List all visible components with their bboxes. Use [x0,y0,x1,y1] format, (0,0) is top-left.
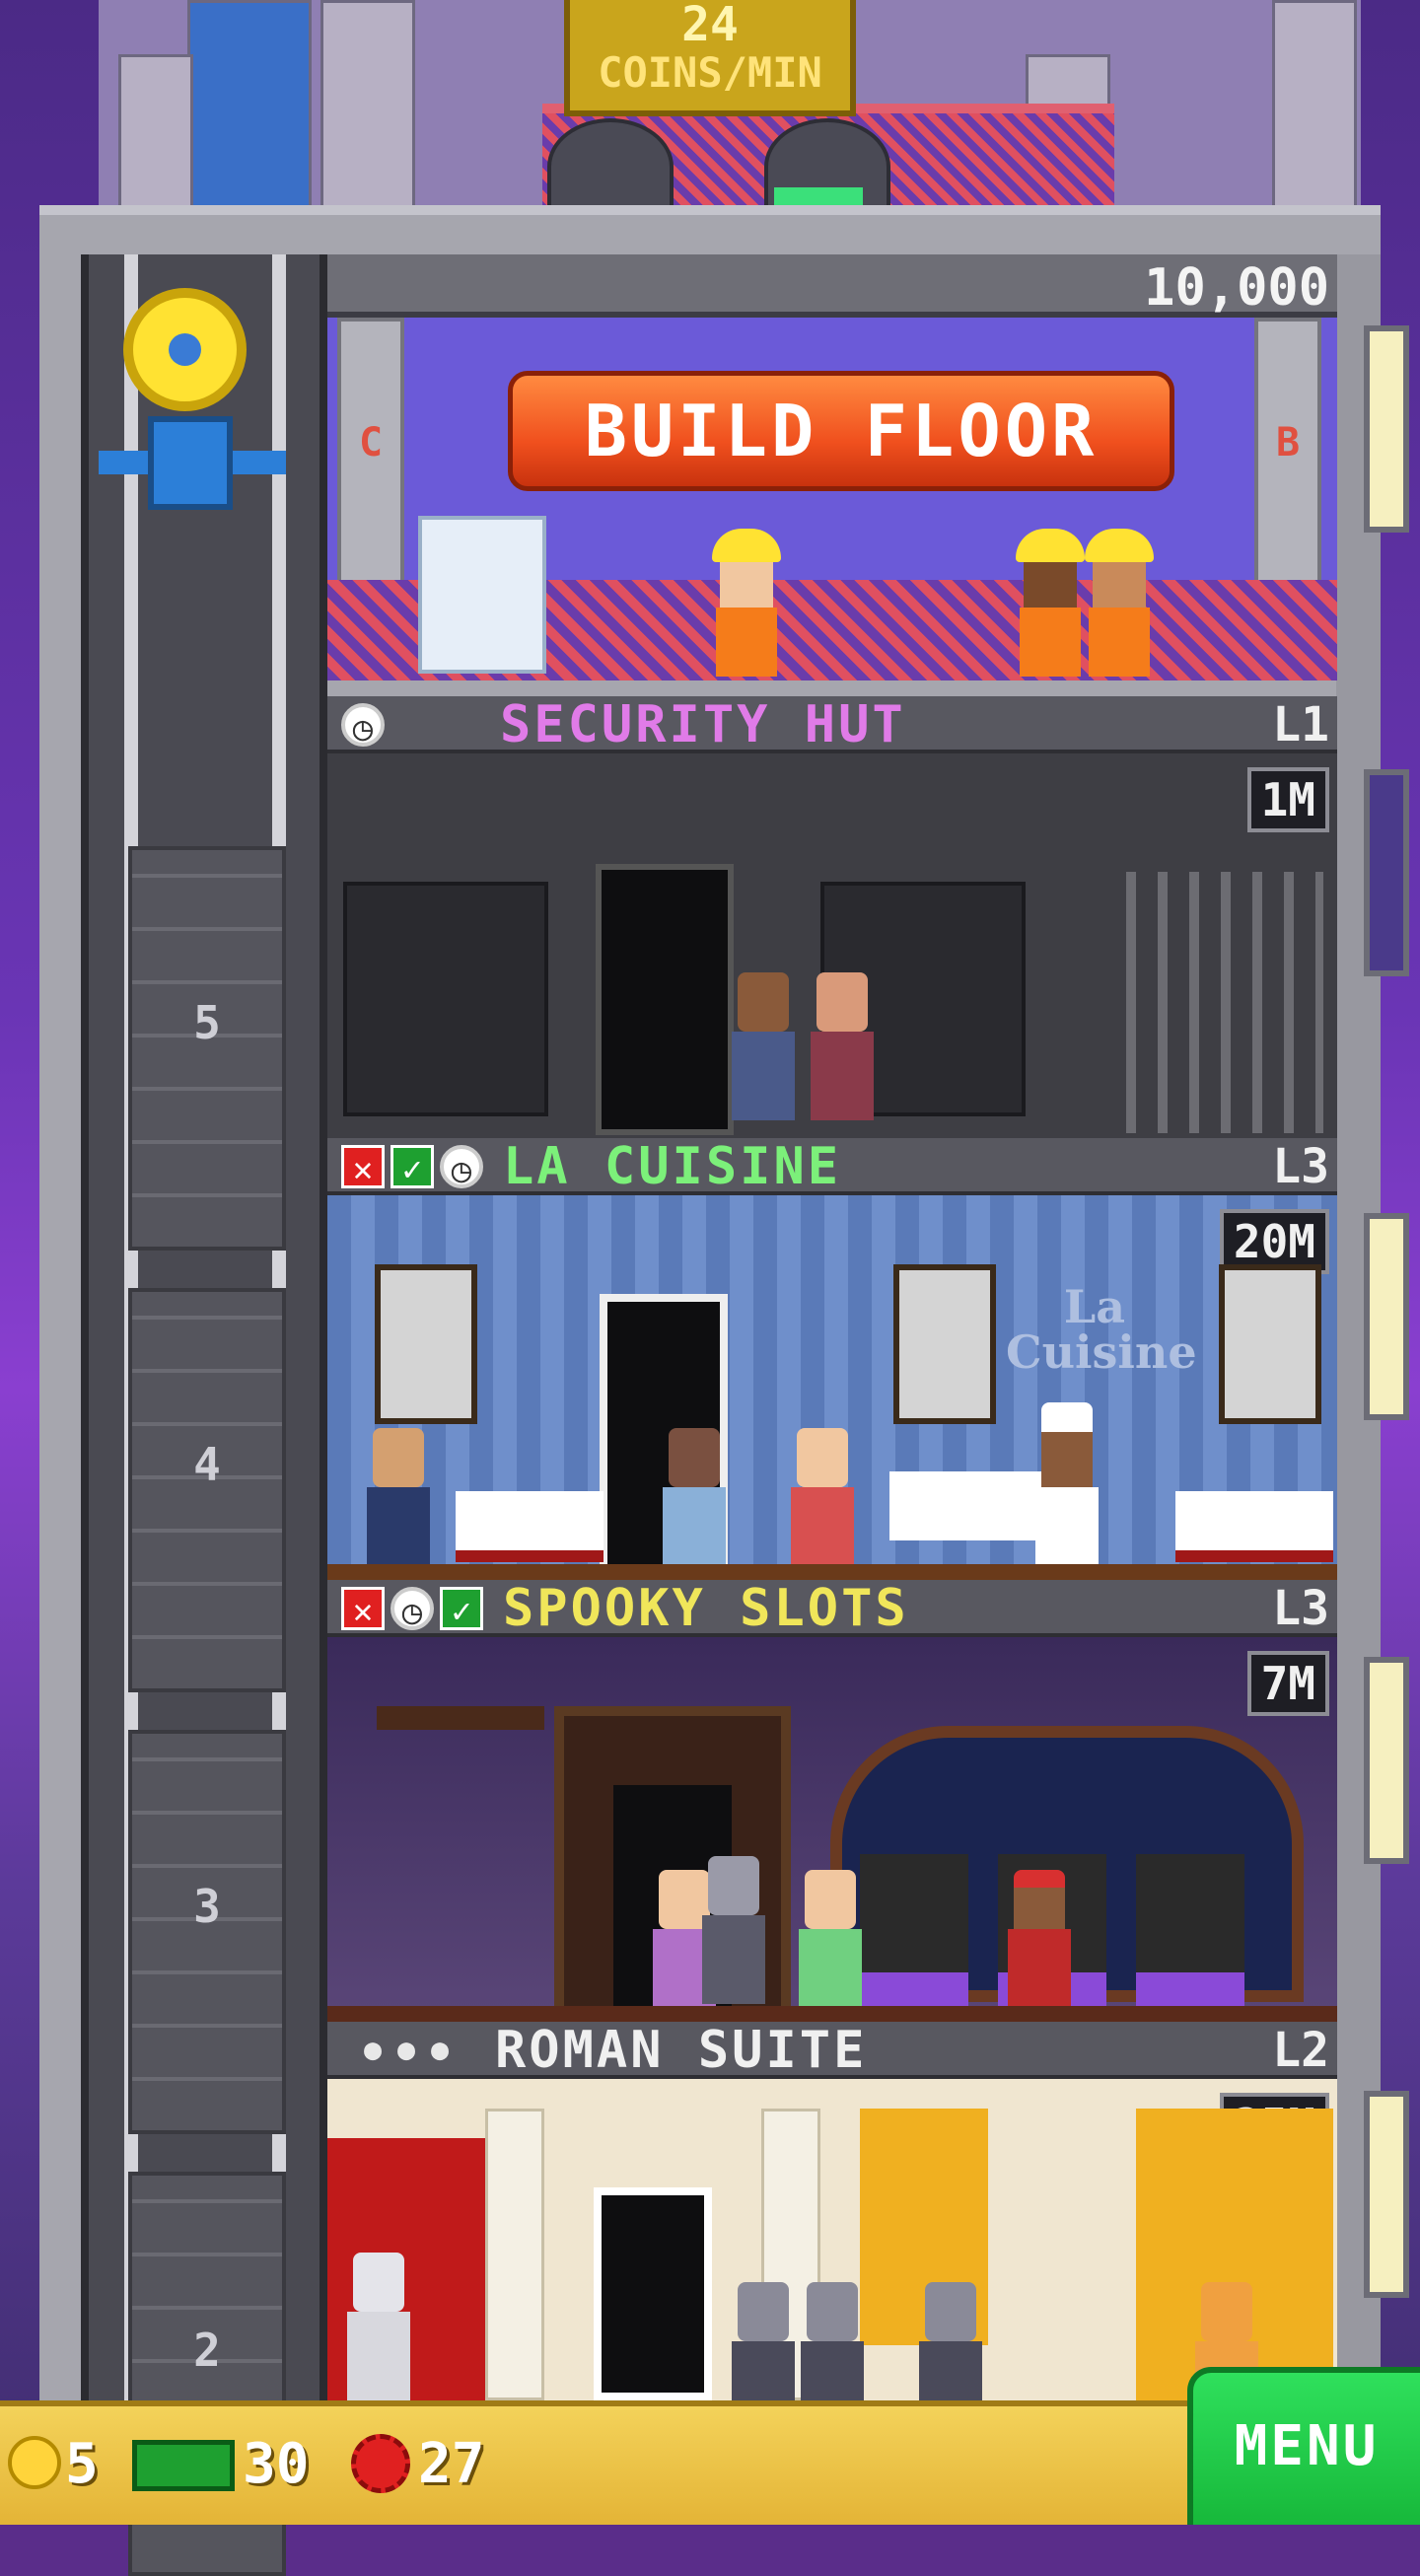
tower-window [1364,1213,1409,1420]
slot-machine [1136,1854,1244,2012]
tower-window [1364,1657,1409,1864]
floor-level: L3 [1272,1581,1329,1636]
construction-worker [712,529,781,677]
guest-character [811,972,874,1120]
mustache-guest-character [367,1428,430,1576]
floor-room: 25M [327,2079,1337,2430]
coins-count: 5 [65,2432,99,2496]
jail-cell [1126,872,1323,1133]
floor-header: ● ● ● ROMAN SUITE L2 [327,2022,1337,2079]
elevator-cab [148,416,233,510]
gems-count: 27 [418,2432,485,2496]
elevator-wheel-icon [123,288,247,411]
wall-painting [893,1264,996,1424]
floor-name: LA CUISINE [503,1137,842,1196]
coins-per-min-sign: 24 COINS/MIN [564,0,856,116]
construction-worker [1085,529,1154,677]
guest-character [799,1870,862,2018]
zombie-character [702,1856,765,2004]
menu-button[interactable]: MENU [1187,2367,1420,2525]
roof-vent [547,118,674,215]
chandelier [377,1706,544,1730]
tower-window [1364,769,1409,976]
guest-character [663,1428,726,1576]
floor-room: 1M [327,753,1337,1138]
pillar-letter-c: C [358,420,384,465]
floor-security-hut[interactable]: ◷ SECURITY HUT L1 1M [327,696,1337,1138]
guard-character [732,972,795,1120]
la-cuisine-sign: La Cuisine [1006,1280,1197,1379]
floor-value-badge: 7M [1246,1651,1329,1716]
roof-building [118,54,193,208]
floor-room: 7M [327,1637,1337,2022]
check-icon[interactable]: ✓ [440,1587,483,1631]
roof-building [187,0,312,208]
shaft-level-number: 5 [193,996,221,1049]
dining-table [456,1491,604,1562]
roof-building [1272,0,1357,208]
roof-building [320,0,415,208]
build-floor-button[interactable]: BUILD FLOOR [508,371,1174,491]
slot-machine [860,1854,968,2012]
floor-roman-suite[interactable]: ● ● ● ROMAN SUITE L2 25M [327,2022,1337,2430]
shaft-level-number: 4 [193,1438,221,1491]
chef-character [1035,1402,1099,1576]
roman-column [485,2109,544,2400]
wall-painting [1219,1264,1321,1424]
close-icon[interactable]: ✕ [341,1587,385,1631]
elevator-car[interactable] [99,288,286,564]
elevator-shaft[interactable]: 5 4 3 2 [81,254,327,2576]
dining-table [1175,1491,1333,1562]
check-icon[interactable]: ✓ [390,1145,434,1189]
security-monitor [343,882,548,1116]
statue-character [347,2253,410,2400]
floor-header: ◷ SECURITY HUT L1 [327,696,1337,753]
floor-boards [327,1564,1337,1580]
bux-count: 30 [243,2432,310,2496]
build-floor-header: 10,000 [327,254,1337,318]
shaft-level-number: 3 [193,1880,221,1933]
clock-icon: ◷ [440,1145,483,1190]
dining-table [889,1471,1057,1540]
tower-window [1364,325,1409,533]
wall-painting [375,1264,477,1424]
construction-worker [1016,529,1085,677]
floor-name: ROMAN SUITE [495,2021,868,2080]
floor-spooky-slots[interactable]: ✕ ◷ ✓ SPOOKY SLOTS L3 7M [327,1580,1337,2022]
coins-per-min-value: 24 [681,0,739,52]
floor-header: ✕ ✓ ◷ LA CUISINE L3 [327,1138,1337,1195]
gem-icon [351,2434,410,2493]
floor-level: L2 [1272,2023,1329,2078]
floor-name: SPOOKY SLOTS [503,1579,909,1638]
floor-header: ✕ ◷ ✓ SPOOKY SLOTS L3 [327,1580,1337,1637]
floor-boards [327,2006,1337,2022]
door [596,864,734,1135]
floor-la-cuisine[interactable]: ✕ ✓ ◷ LA CUISINE L3 20M La Cuisine [327,1138,1337,1580]
floor-level: L1 [1272,697,1329,752]
clock-icon: ◷ [341,703,385,749]
build-floor-cost: 10,000 [1144,258,1329,318]
construction-crate [418,516,546,674]
shaft-level-number: 2 [193,2324,221,2377]
close-icon[interactable]: ✕ [341,1145,385,1189]
floor-value-badge: 1M [1246,767,1329,832]
pillar-letter-b: B [1275,420,1301,465]
door [594,2187,712,2400]
floor-level: L3 [1272,1139,1329,1194]
bellhop-character [1008,1870,1071,2018]
roof-light [774,187,863,205]
floor-name: SECURITY HUT [500,695,906,754]
tower-bux-icon [132,2440,235,2491]
clock-icon: ◷ [390,1587,434,1632]
floor-room: 20M La Cuisine [327,1195,1337,1580]
coin-icon [8,2436,61,2489]
guest-character [791,1428,854,1576]
tower-window [1364,2091,1409,2298]
build-floor-area: 10,000 C B BUILD FLOOR [327,254,1337,680]
coins-per-min-unit: COINS/MIN [598,48,822,97]
